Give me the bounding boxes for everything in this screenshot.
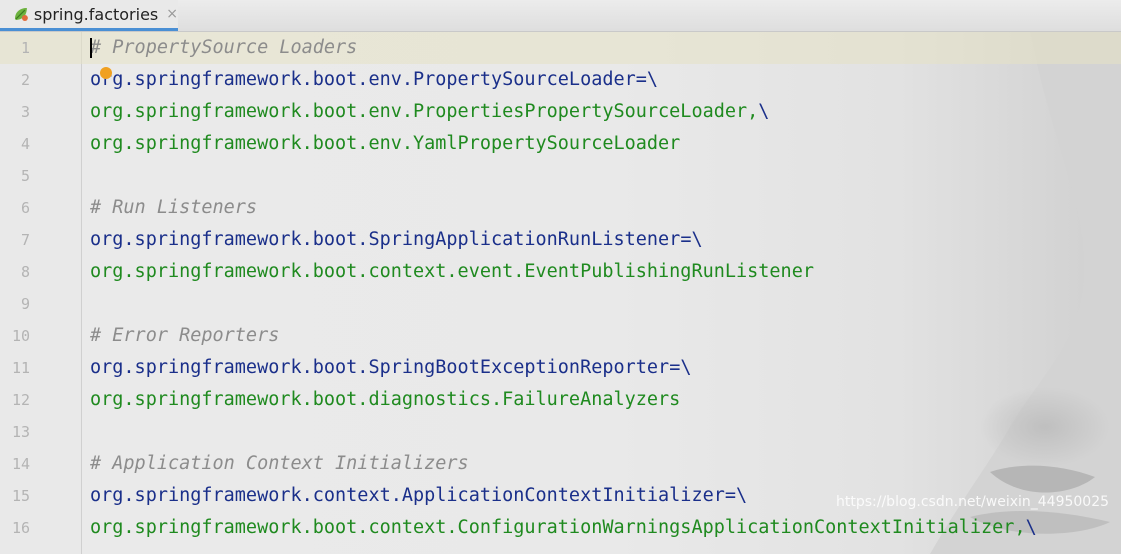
- line-number: 16: [11, 519, 30, 537]
- line-number: 4: [20, 135, 30, 153]
- property-value: org.springframework.boot.context.event.E…: [90, 261, 814, 282]
- line-continuation: =\: [669, 357, 692, 378]
- code-line[interactable]: 13: [0, 416, 1121, 448]
- comment-text: # Run Listeners: [90, 197, 258, 218]
- line-number: 15: [11, 487, 30, 505]
- line-number: 12: [11, 391, 30, 409]
- property-key: org.springframework.boot.SpringApplicati…: [90, 229, 681, 250]
- line-continuation: \: [1025, 517, 1037, 538]
- code-line[interactable]: 3 org.springframework.boot.env.Properties…: [0, 96, 1121, 128]
- comment-text: # Application Context Initializers: [90, 453, 469, 474]
- code-line[interactable]: 11 org.springframework.boot.SpringBootExc…: [0, 352, 1121, 384]
- code-text: org.springframework.boot.context.event.E…: [90, 256, 814, 288]
- line-number: 9: [20, 295, 30, 313]
- code-line[interactable]: 14 # Application Context Initializers: [0, 448, 1121, 480]
- property-value: org.springframework.boot.diagnostics.Fai…: [90, 389, 681, 410]
- line-number: 2: [20, 71, 30, 89]
- line-continuation: =\: [680, 229, 703, 250]
- text-caret: [90, 38, 92, 58]
- line-number: 11: [11, 359, 30, 377]
- code-line[interactable]: 12 org.springframework.boot.diagnostics.F…: [0, 384, 1121, 416]
- code-line[interactable]: 5: [0, 160, 1121, 192]
- line-number: 7: [20, 231, 30, 249]
- property-key: org.springframework.boot.SpringBootExcep…: [90, 357, 670, 378]
- line-continuation: =\: [724, 485, 748, 506]
- property-value: org.springframework.boot.env.YamlPropert…: [90, 133, 681, 154]
- close-icon[interactable]: ×: [166, 6, 178, 22]
- property-key: org.springframework.boot.env.PropertySou…: [90, 69, 636, 90]
- code-text: # Run Listeners: [90, 192, 257, 224]
- code-text: org.springframework.boot.env.PropertiesP…: [90, 96, 769, 128]
- comment-text: # PropertySource Loaders: [90, 37, 358, 58]
- code-line[interactable]: 16 org.springframework.boot.context.Confi…: [0, 512, 1121, 544]
- editor-tab-bar: spring.factories ×: [0, 0, 1121, 32]
- code-line[interactable]: 2 org.springframework.boot.env.PropertySo…: [0, 64, 1121, 96]
- code-line[interactable]: 4 org.springframework.boot.env.YamlProper…: [0, 128, 1121, 160]
- code-line[interactable]: 7 org.springframework.boot.SpringApplicat…: [0, 224, 1121, 256]
- line-number: 6: [20, 199, 30, 217]
- spring-leaf-icon: [14, 8, 28, 21]
- line-continuation: =\: [635, 69, 659, 90]
- property-key: org.springframework.context.ApplicationC…: [90, 485, 725, 506]
- code-line[interactable]: 9: [0, 288, 1121, 320]
- line-number: 10: [11, 327, 30, 345]
- code-text: org.springframework.boot.diagnostics.Fai…: [90, 384, 680, 416]
- code-text: org.springframework.boot.SpringApplicati…: [90, 224, 703, 256]
- line-continuation: \: [758, 101, 770, 122]
- line-number: 13: [11, 423, 30, 441]
- property-value: org.springframework.boot.env.PropertiesP…: [90, 101, 759, 122]
- comment-text: # Error Reporters: [90, 325, 280, 346]
- watermark-text: https://blog.csdn.net/weixin_44950025: [836, 494, 1110, 510]
- code-line[interactable]: 8 org.springframework.boot.context.event.…: [0, 256, 1121, 288]
- code-text: org.springframework.boot.context.Configu…: [90, 512, 1037, 544]
- code-text: # Application Context Initializers: [90, 448, 469, 480]
- line-number: 14: [11, 455, 30, 473]
- code-text: org.springframework.boot.env.PropertySou…: [90, 64, 658, 96]
- tab-label: spring.factories: [33, 4, 159, 24]
- code-text: org.springframework.context.ApplicationC…: [90, 480, 747, 512]
- line-number: 1: [20, 39, 30, 57]
- intention-bulb-icon[interactable]: [100, 67, 112, 79]
- line-number: 8: [20, 263, 30, 281]
- tab-spring-factories[interactable]: spring.factories ×: [0, 0, 178, 31]
- code-editor[interactable]: 1 # PropertySource Loaders 2 org.springfram…: [0, 32, 1121, 554]
- line-number: 3: [20, 103, 30, 121]
- code-text: # Error Reporters: [90, 320, 279, 352]
- property-value: org.springframework.boot.context.Configu…: [90, 517, 1026, 538]
- code-line[interactable]: 6 # Run Listeners: [0, 192, 1121, 224]
- code-line[interactable]: 10 # Error Reporters: [0, 320, 1121, 352]
- code-text: # PropertySource Loaders: [90, 32, 357, 64]
- line-number: 5: [20, 167, 30, 185]
- code-line[interactable]: 1 # PropertySource Loaders: [0, 32, 1121, 64]
- code-text: org.springframework.boot.SpringBootExcep…: [90, 352, 691, 384]
- code-text: org.springframework.boot.env.YamlPropert…: [90, 128, 680, 160]
